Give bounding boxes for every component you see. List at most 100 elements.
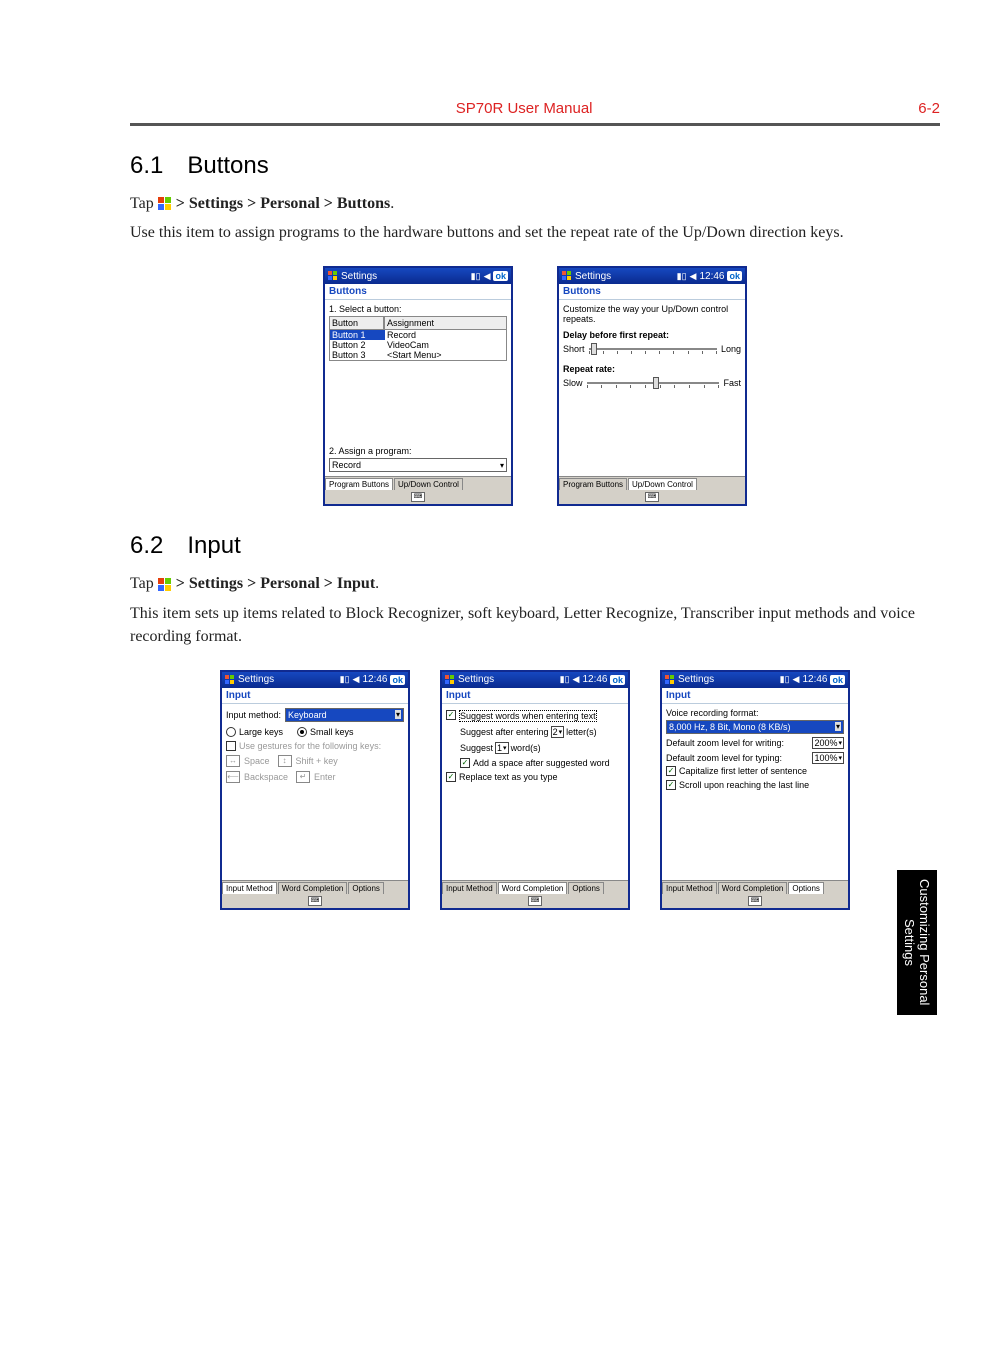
delay-slider[interactable]: Short Long: [563, 344, 741, 354]
zoom-writing-select[interactable]: 200%▾: [812, 737, 844, 749]
start-icon[interactable]: [665, 675, 675, 685]
zoom-typing-label: Default zoom level for typing:: [666, 753, 809, 763]
suggest-words-checkbox[interactable]: ✓Suggest words when entering text: [446, 710, 624, 722]
chevron-down-icon: ▾: [500, 461, 504, 470]
tab-program-buttons[interactable]: Program Buttons: [559, 478, 627, 490]
page-number: 6-2: [918, 100, 940, 117]
pda-input-options: Settings ▮▯ ◀ 12:46 ok Input Voice recor…: [660, 670, 850, 910]
chevron-down-icon: ▾: [395, 710, 401, 719]
window-title: Settings: [458, 674, 494, 685]
pda-buttons-updown: Settings ▮▯ ◀ 12:46 ok Buttons Customize…: [557, 266, 747, 506]
scroll-checkbox[interactable]: ✓Scroll upon reaching the last line: [666, 780, 844, 790]
ok-button[interactable]: ok: [610, 675, 625, 685]
start-icon[interactable]: [445, 675, 455, 685]
pda-buttons-program: Settings ▮▯ ◀ ok Buttons 1. Select a but…: [323, 266, 513, 506]
titlebar: Settings ▮▯ ◀ ok: [325, 268, 511, 284]
tab-up-down-control[interactable]: Up/Down Control: [628, 478, 697, 490]
capitalize-checkbox[interactable]: ✓Capitalize first letter of sentence: [666, 766, 844, 776]
tab-input-method[interactable]: Input Method: [662, 882, 717, 894]
tab-word-completion[interactable]: Word Completion: [498, 882, 568, 894]
section-6-1-desc: Use this item to assign programs to the …: [130, 221, 940, 244]
ok-button[interactable]: ok: [727, 271, 742, 281]
add-space-checkbox[interactable]: ✓Add a space after suggested word: [446, 758, 624, 768]
gesture-enter-icon: ↵: [296, 771, 310, 783]
tab-options[interactable]: Options: [568, 882, 604, 894]
section-6-2-tap-path: Tap > Settings > Personal > Input.: [130, 572, 940, 595]
start-icon: [158, 197, 172, 211]
table-row[interactable]: Button 3<Start Menu>: [330, 350, 506, 360]
rate-slider[interactable]: Slow Fast: [563, 378, 741, 388]
voice-format-select[interactable]: 8,000 Hz, 8 Bit, Mono (8 KB/s)▾: [666, 720, 844, 734]
ok-button[interactable]: ok: [493, 271, 508, 281]
chevron-down-icon: ▾: [835, 722, 841, 731]
start-icon: [158, 578, 172, 592]
signal-icon: ▮▯: [780, 674, 790, 685]
window-title: Settings: [341, 271, 377, 282]
replace-text-checkbox[interactable]: ✓Replace text as you type: [446, 772, 624, 782]
keyboard-icon[interactable]: ⌨: [411, 492, 425, 502]
clock: 12:46: [362, 674, 387, 685]
ok-button[interactable]: ok: [390, 675, 405, 685]
sub-header: Buttons: [325, 284, 511, 300]
tab-options[interactable]: Options: [348, 882, 384, 894]
tab-input-method[interactable]: Input Method: [222, 882, 277, 894]
sub-header: Input: [222, 688, 408, 704]
page-header: SP70R User Manual 6-2: [130, 60, 940, 126]
section-6-2-desc: This item sets up items related to Block…: [130, 602, 940, 648]
input-method-select[interactable]: Keyboard▾: [285, 708, 404, 722]
tab-options[interactable]: Options: [788, 882, 824, 894]
window-title: Settings: [575, 271, 611, 282]
speaker-icon: ◀: [484, 271, 491, 282]
start-icon[interactable]: [225, 675, 235, 685]
ok-button[interactable]: ok: [830, 675, 845, 685]
clock: 12:46: [699, 271, 724, 282]
chevron-down-icon: ▾: [838, 754, 842, 762]
clock: 12:46: [582, 674, 607, 685]
small-keys-radio[interactable]: Small keys: [297, 727, 354, 737]
tab-word-completion[interactable]: Word Completion: [718, 882, 788, 894]
sub-header: Input: [662, 688, 848, 704]
chevron-down-icon: ▾: [503, 744, 507, 752]
speaker-icon: ◀: [690, 271, 697, 282]
tab-program-buttons[interactable]: Program Buttons: [325, 478, 393, 490]
button-table-header: ButtonAssignment: [329, 316, 507, 330]
keyboard-icon[interactable]: ⌨: [528, 896, 542, 906]
section-6-2-heading: 6.2 Input: [130, 532, 940, 560]
speaker-icon: ◀: [573, 674, 580, 685]
assign-program-label: 2. Assign a program:: [329, 446, 507, 456]
signal-icon: ▮▯: [471, 271, 481, 282]
signal-icon: ▮▯: [560, 674, 570, 685]
updown-desc: Customize the way your Up/Down control r…: [563, 304, 741, 324]
speaker-icon: ◀: [793, 674, 800, 685]
chevron-down-icon: ▾: [559, 728, 563, 736]
rate-label: Repeat rate:: [563, 364, 741, 374]
tab-word-completion[interactable]: Word Completion: [278, 882, 348, 894]
assign-program-select[interactable]: Record▾: [329, 458, 507, 472]
table-row[interactable]: Button 2VideoCam: [330, 340, 506, 350]
keyboard-icon[interactable]: ⌨: [308, 896, 322, 906]
window-title: Settings: [238, 674, 274, 685]
keyboard-icon[interactable]: ⌨: [645, 492, 659, 502]
gesture-shift-icon: ↕: [278, 755, 292, 767]
chevron-down-icon: ▾: [838, 739, 842, 747]
zoom-typing-select[interactable]: 100%▾: [812, 752, 844, 764]
keyboard-icon[interactable]: ⌨: [748, 896, 762, 906]
section-6-1-tap-path: Tap > Settings > Personal > Buttons.: [130, 192, 940, 215]
sub-header: Input: [442, 688, 628, 704]
tab-input-method[interactable]: Input Method: [442, 882, 497, 894]
large-keys-radio[interactable]: Large keys: [226, 727, 283, 737]
pda-input-completion: Settings ▮▯ ◀ 12:46 ok Input ✓Suggest wo…: [440, 670, 630, 910]
gesture-space-icon: ↔: [226, 755, 240, 767]
sub-header: Buttons: [559, 284, 745, 300]
chapter-tab: Customizing Personal Settings: [897, 870, 937, 1015]
words-select[interactable]: 1▾: [495, 742, 509, 754]
select-button-label: 1. Select a button:: [329, 304, 507, 314]
tab-up-down-control[interactable]: Up/Down Control: [394, 478, 463, 490]
start-icon[interactable]: [328, 271, 338, 281]
start-icon[interactable]: [562, 271, 572, 281]
gestures-checkbox[interactable]: Use gestures for the following keys:: [226, 741, 404, 751]
clock: 12:46: [802, 674, 827, 685]
letters-select[interactable]: 2▾: [551, 726, 565, 738]
voice-format-label: Voice recording format:: [666, 708, 844, 718]
table-row[interactable]: Button 1Record: [330, 330, 506, 340]
